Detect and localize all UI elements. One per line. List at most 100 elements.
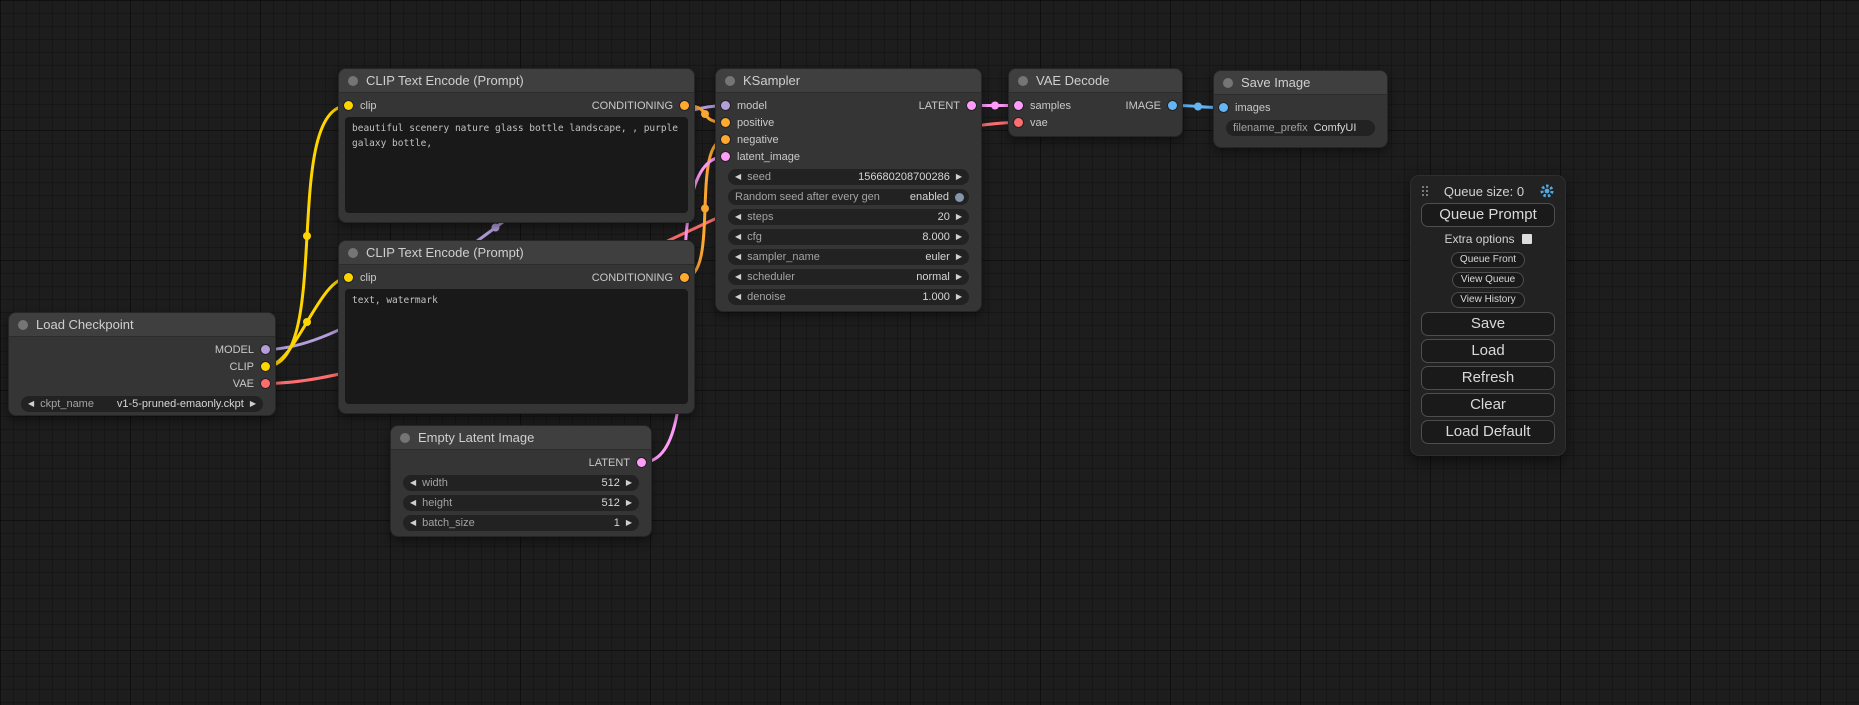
decrement-arrow-icon[interactable]: ◀ [735,233,741,241]
node-title: KSampler [743,73,800,88]
collapse-dot-icon[interactable] [725,76,735,86]
vae-input-port[interactable] [1014,118,1023,127]
clip-input-port[interactable] [344,101,353,110]
node-title-bar[interactable]: VAE Decode [1009,69,1182,93]
collapse-dot-icon[interactable] [348,248,358,258]
node-title-bar[interactable]: KSampler [716,69,981,93]
decrement-arrow-icon[interactable]: ◀ [410,519,416,527]
extra-options-checkbox[interactable] [1522,234,1532,244]
node-title-bar[interactable]: Load Checkpoint [9,313,275,337]
scheduler-widget[interactable]: ◀ scheduler normal ▶ [728,269,969,285]
conditioning-output-label: CONDITIONING [592,272,673,284]
ckpt-name-widget[interactable]: ◀ ckpt_name v1-5-pruned-emaonly.ckpt ▶ [21,396,263,412]
latent-output-port[interactable] [967,101,976,110]
save-button[interactable]: Save [1421,312,1555,336]
node-title-bar[interactable]: CLIP Text Encode (Prompt) [339,241,694,265]
widget-value: 8.000 [922,231,950,243]
load-button[interactable]: Load [1421,339,1555,363]
settings-gear-icon[interactable] [1538,183,1555,200]
view-history-button[interactable]: View History [1451,292,1524,308]
denoise-widget[interactable]: ◀ denoise 1.000 ▶ [728,289,969,305]
conditioning-output-port[interactable] [680,273,689,282]
collapse-dot-icon[interactable] [1018,76,1028,86]
queue-prompt-button[interactable]: Queue Prompt [1421,203,1555,227]
increment-arrow-icon[interactable]: ▶ [626,519,632,527]
widget-value: v1-5-pruned-emaonly.ckpt [117,398,244,410]
collapse-dot-icon[interactable] [400,433,410,443]
queue-front-button[interactable]: Queue Front [1451,252,1525,268]
cfg-widget[interactable]: ◀ cfg 8.000 ▶ [728,229,969,245]
toggle-knob-icon[interactable] [955,193,964,202]
node-empty-latent-image[interactable]: Empty Latent Image LATENT ◀ width 512 ▶ … [390,425,652,537]
batch-size-widget[interactable]: ◀ batch_size 1 ▶ [403,515,639,531]
node-vae-decode[interactable]: VAE Decode samples vae IMAGE [1008,68,1183,137]
increment-arrow-icon[interactable]: ▶ [956,213,962,221]
decrement-arrow-icon[interactable]: ◀ [735,253,741,261]
clear-button[interactable]: Clear [1421,393,1555,417]
positive-input-port[interactable] [721,118,730,127]
increment-arrow-icon[interactable]: ▶ [956,293,962,301]
decrement-arrow-icon[interactable]: ◀ [735,293,741,301]
positive-prompt-textarea[interactable]: beautiful scenery nature glass bottle la… [345,117,688,213]
view-queue-button[interactable]: View Queue [1452,272,1524,288]
node-load-checkpoint[interactable]: Load Checkpoint MODEL CLIP VAE ◀ ckpt_na… [8,312,276,416]
model-output-port[interactable] [261,345,270,354]
random-seed-toggle-widget[interactable]: Random seed after every gen enabled [728,189,969,205]
drag-handle-icon[interactable] [1421,185,1430,197]
samples-input-port[interactable] [1014,101,1023,110]
queue-controls-row: Queue Front View Queue [1421,249,1555,289]
node-title: CLIP Text Encode (Prompt) [366,73,524,88]
port-row: latent_image [716,148,805,165]
images-input-port[interactable] [1219,103,1228,112]
port-row: vae [1009,114,1076,131]
decrement-arrow-icon[interactable]: ◀ [735,273,741,281]
vae-output-port[interactable] [261,379,270,388]
model-input-port[interactable] [721,101,730,110]
increment-arrow-icon[interactable]: ▶ [626,479,632,487]
image-output-port[interactable] [1168,101,1177,110]
clip-output-port[interactable] [261,362,270,371]
node-clip-text-encode-positive[interactable]: CLIP Text Encode (Prompt) clip CONDITION… [338,68,695,223]
collapse-dot-icon[interactable] [348,76,358,86]
widget-value: euler [925,251,949,263]
filename-prefix-widget[interactable]: filename_prefix ComfyUI [1226,120,1375,136]
collapse-dot-icon[interactable] [1223,78,1233,88]
node-title-bar[interactable]: Save Image [1214,71,1387,95]
decrement-arrow-icon[interactable]: ◀ [735,213,741,221]
negative-input-port[interactable] [721,135,730,144]
load-default-button[interactable]: Load Default [1421,420,1555,444]
sampler-name-widget[interactable]: ◀ sampler_name euler ▶ [728,249,969,265]
height-widget[interactable]: ◀ height 512 ▶ [403,495,639,511]
negative-prompt-textarea[interactable]: text, watermark [345,289,688,404]
increment-arrow-icon[interactable]: ▶ [956,253,962,261]
increment-arrow-icon[interactable]: ▶ [250,400,256,408]
output-row: IMAGE [1121,97,1182,114]
latent-output-port[interactable] [637,458,646,467]
widget-label: ckpt_name [40,398,94,410]
seed-widget[interactable]: ◀ seed 156680208700286 ▶ [728,169,969,185]
decrement-arrow-icon[interactable]: ◀ [410,479,416,487]
node-clip-text-encode-negative[interactable]: CLIP Text Encode (Prompt) clip CONDITION… [338,240,695,414]
decrement-arrow-icon[interactable]: ◀ [410,499,416,507]
menu-header: Queue size: 0 [1421,182,1555,200]
node-title-bar[interactable]: Empty Latent Image [391,426,651,450]
latent-image-input-port[interactable] [721,152,730,161]
port-row: positive [716,114,805,131]
decrement-arrow-icon[interactable]: ◀ [735,173,741,181]
node-title-bar[interactable]: CLIP Text Encode (Prompt) [339,69,694,93]
increment-arrow-icon[interactable]: ▶ [626,499,632,507]
model-output-label: MODEL [215,344,254,356]
refresh-button[interactable]: Refresh [1421,366,1555,390]
collapse-dot-icon[interactable] [18,320,28,330]
node-ksampler[interactable]: KSampler model positive negative latent_… [715,68,982,312]
decrement-arrow-icon[interactable]: ◀ [28,400,34,408]
steps-widget[interactable]: ◀ steps 20 ▶ [728,209,969,225]
width-widget[interactable]: ◀ width 512 ▶ [403,475,639,491]
conditioning-output-port[interactable] [680,101,689,110]
increment-arrow-icon[interactable]: ▶ [956,273,962,281]
clip-input-port[interactable] [344,273,353,282]
extra-options-label: Extra options [1444,232,1514,246]
increment-arrow-icon[interactable]: ▶ [956,233,962,241]
node-save-image[interactable]: Save Image images filename_prefix ComfyU… [1213,70,1388,148]
increment-arrow-icon[interactable]: ▶ [956,173,962,181]
